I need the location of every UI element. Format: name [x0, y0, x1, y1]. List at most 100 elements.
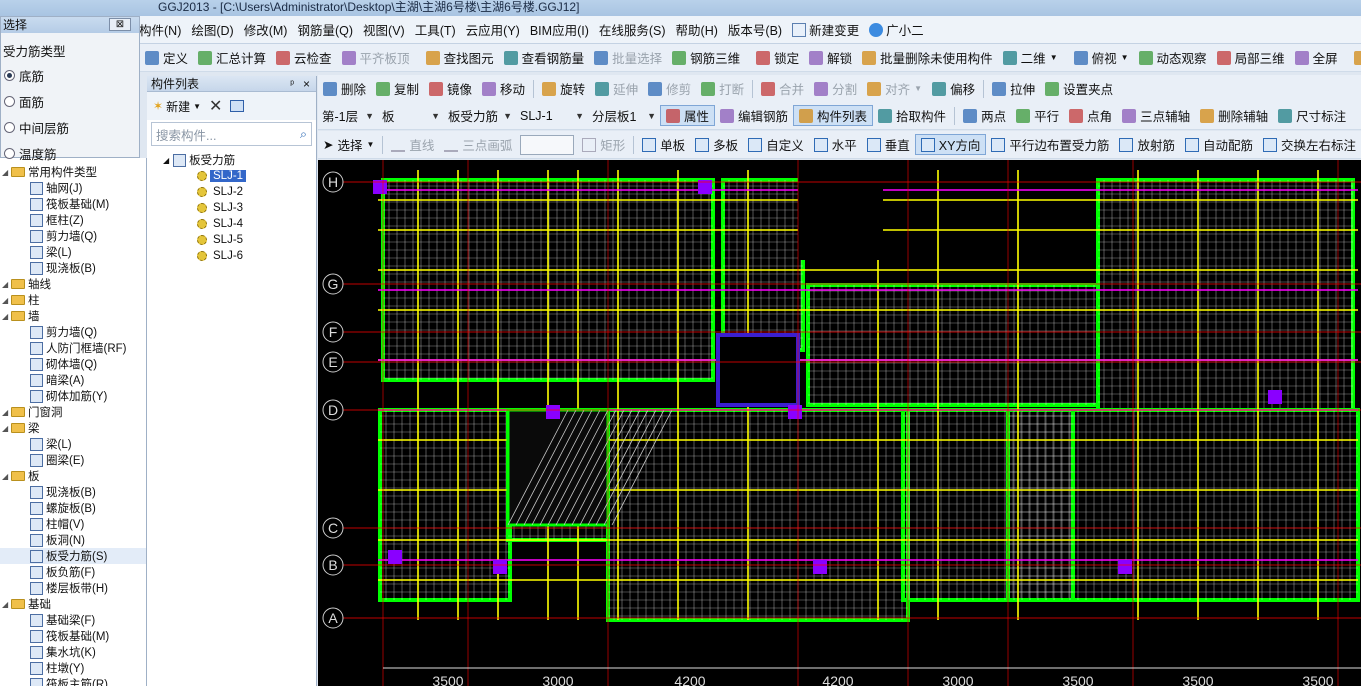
tree-item[interactable]: 柱墩(Y) [0, 660, 146, 676]
expand-icon[interactable]: ◢ [2, 472, 10, 481]
tree-item[interactable]: 剪力墙(Q) [0, 228, 146, 244]
toolbar4-button-8[interactable]: 自动配筋 [1180, 134, 1258, 156]
tree-item[interactable]: 现浇板(B) [0, 260, 146, 276]
toolbar-button-16[interactable]: 缩放▼ [1349, 47, 1361, 69]
delete-button[interactable]: ✕ [209, 96, 222, 116]
tree-item[interactable]: ◢ 基础 [0, 596, 146, 612]
toolbar-button-6[interactable]: 批量选择 [589, 47, 667, 69]
tree-item[interactable]: 集水坑(K) [0, 644, 146, 660]
rect-tool-button[interactable]: 矩形 [577, 134, 630, 156]
toolbar4-button-1[interactable]: 多板 [690, 134, 743, 156]
toolbar-button-8[interactable]: 锁定 [751, 47, 804, 69]
tree-item[interactable]: 框柱(Z) [0, 212, 146, 228]
toolbar-button-3[interactable]: 平齐板顶 [337, 47, 415, 69]
dropdown-floor[interactable]: 第-1层 ▼ [318, 106, 378, 126]
copy-icon[interactable] [230, 100, 245, 112]
rebar-type-option-0[interactable]: 底筋 [1, 62, 139, 88]
style-dropdown[interactable] [520, 134, 575, 155]
toolbar3-button-2[interactable]: 构件列表 [793, 105, 874, 126]
search-icon[interactable]: ⌕ [300, 127, 307, 142]
slab-rebar-plan[interactable]: H G FE D C B A 3500 3000 4200 4200 3000 3500 3500 3500 [318, 160, 1361, 686]
menu-item-5[interactable]: 工具(T) [410, 20, 461, 39]
new-button[interactable]: ✶ 新建 ▼ [153, 98, 201, 115]
toolbar-button-4[interactable]: 旋转 [537, 78, 590, 100]
toolbar4-button-2[interactable]: 自定义 [743, 134, 809, 156]
pin-icon[interactable]: ᵖ [290, 77, 294, 93]
expand-icon[interactable]: ◢ [2, 424, 10, 433]
expand-icon[interactable]: ◢ [2, 280, 10, 289]
radio-button[interactable] [4, 121, 15, 133]
toolbar-button-1[interactable]: 复制 [371, 78, 424, 100]
toolbar-button-0[interactable]: 定义 [140, 47, 193, 69]
tree-item[interactable]: 暗梁(A) [0, 372, 146, 388]
menu-item-9[interactable]: 帮助(H) [671, 20, 723, 39]
tree-item[interactable]: ◢ 轴线 [0, 276, 146, 292]
tree-item[interactable]: 现浇板(B) [0, 484, 146, 500]
component-list-item[interactable]: SLJ-2 [147, 184, 316, 200]
tree-item[interactable]: 板受力筋(S) [0, 548, 146, 564]
toolbar-button-12[interactable]: 俯视 ▼ [1069, 47, 1134, 69]
toolbar3-button-7[interactable]: 三点辅轴 [1117, 105, 1195, 127]
component-list-item[interactable]: SLJ-1 [147, 168, 316, 184]
menu-item-1[interactable]: 绘图(D) [186, 20, 238, 39]
close-icon[interactable]: ⊠ [109, 18, 131, 31]
component-list-item[interactable]: SLJ-3 [147, 200, 316, 216]
new-change-button[interactable]: 新建变更 [787, 20, 864, 39]
component-list-item[interactable]: SLJ-4 [147, 216, 316, 232]
toolbar-button-11[interactable]: 偏移 [927, 78, 980, 100]
drawing-canvas[interactable]: H G F E D C B A 3500 3000 4200 4200 3000 3500 3500 3500 [318, 160, 1361, 686]
toolbar-button-10[interactable]: 对齐 ▼ [862, 78, 927, 100]
toolbar3-button-3[interactable]: 拾取构件 [873, 105, 951, 127]
tree-item[interactable]: 砌体加筋(Y) [0, 388, 146, 404]
rebar-type-option-3[interactable]: 温度筋 [1, 140, 139, 166]
menu-item-2[interactable]: 修改(M) [239, 20, 293, 39]
arc-tool-button[interactable]: 三点画弧 [439, 134, 517, 156]
toolbar4-button-7[interactable]: 放射筋 [1114, 134, 1180, 156]
radio-button[interactable] [4, 69, 15, 81]
dropdown-layer[interactable]: 分层板1 ▼ [588, 106, 660, 126]
toolbar-button-7[interactable]: 钢筋三维 [667, 47, 745, 69]
toolbar3-button-1[interactable]: 编辑钢筋 [715, 105, 793, 127]
toolbar-button-12[interactable]: 拉伸 [987, 78, 1040, 100]
menu-item-8[interactable]: 在线服务(S) [594, 20, 671, 39]
tree-item[interactable]: ◢ 板 [0, 468, 146, 484]
tree-item[interactable]: 圈梁(E) [0, 452, 146, 468]
toolbar3-button-0[interactable]: 属性 [660, 105, 716, 126]
expand-icon[interactable]: ◢ [2, 312, 10, 321]
toolbar-button-4[interactable]: 查找图元 [421, 47, 499, 69]
toolbar4-button-6[interactable]: 平行边布置受力筋 [986, 134, 1114, 156]
toolbar-button-9[interactable]: 分割 [809, 78, 862, 100]
select-tool-button[interactable]: ➤ 选择 ▼ [318, 134, 379, 156]
tree-item[interactable]: 螺旋板(B) [0, 500, 146, 516]
tree-item[interactable]: 基础梁(F) [0, 612, 146, 628]
menu-item-10[interactable]: 版本号(B) [723, 20, 787, 39]
tree-item[interactable]: 筏板基础(M) [0, 196, 146, 212]
radio-button[interactable] [4, 147, 15, 159]
dropdown-category[interactable]: 板 ▼ [378, 106, 444, 126]
toolbar-button-14[interactable]: 局部三维 [1212, 47, 1290, 69]
toolbar-button-2[interactable]: 云检查 [271, 47, 337, 69]
tree-item[interactable]: ◢ 梁 [0, 420, 146, 436]
tree-item[interactable]: 筏板主筋(R) [0, 676, 146, 686]
assistant-button[interactable]: 广小二 [864, 20, 929, 39]
toolbar-button-2[interactable]: 镜像 [424, 78, 477, 100]
line-tool-button[interactable]: 直线 [386, 134, 439, 156]
tree-item[interactable]: 轴网(J) [0, 180, 146, 196]
tree-item[interactable]: ◢ 常用构件类型 [0, 164, 146, 180]
tree-item[interactable]: 筏板基础(M) [0, 628, 146, 644]
tree-item[interactable]: ◢ 墙 [0, 308, 146, 324]
collapse-icon[interactable]: ◢ [163, 156, 169, 165]
component-search-input[interactable]: 搜索构件... ⌕ [151, 122, 312, 146]
toolbar-button-0[interactable]: 删除 [318, 78, 371, 100]
toolbar4-button-4[interactable]: 垂直 [862, 134, 915, 156]
tree-item[interactable]: 梁(L) [0, 244, 146, 260]
toolbar3-button-6[interactable]: 点角 [1064, 105, 1117, 127]
expand-icon[interactable]: ◢ [2, 408, 10, 417]
menu-item-0[interactable]: 构件(N) [134, 20, 186, 39]
toolbar4-button-0[interactable]: 单板 [637, 134, 690, 156]
toolbar-button-3[interactable]: 移动 [477, 78, 530, 100]
toolbar-button-6[interactable]: 修剪 [643, 78, 696, 100]
toolbar-button-8[interactable]: 合并 [756, 78, 809, 100]
tree-item[interactable]: 柱帽(V) [0, 516, 146, 532]
tree-item[interactable]: 楼层板带(H) [0, 580, 146, 596]
